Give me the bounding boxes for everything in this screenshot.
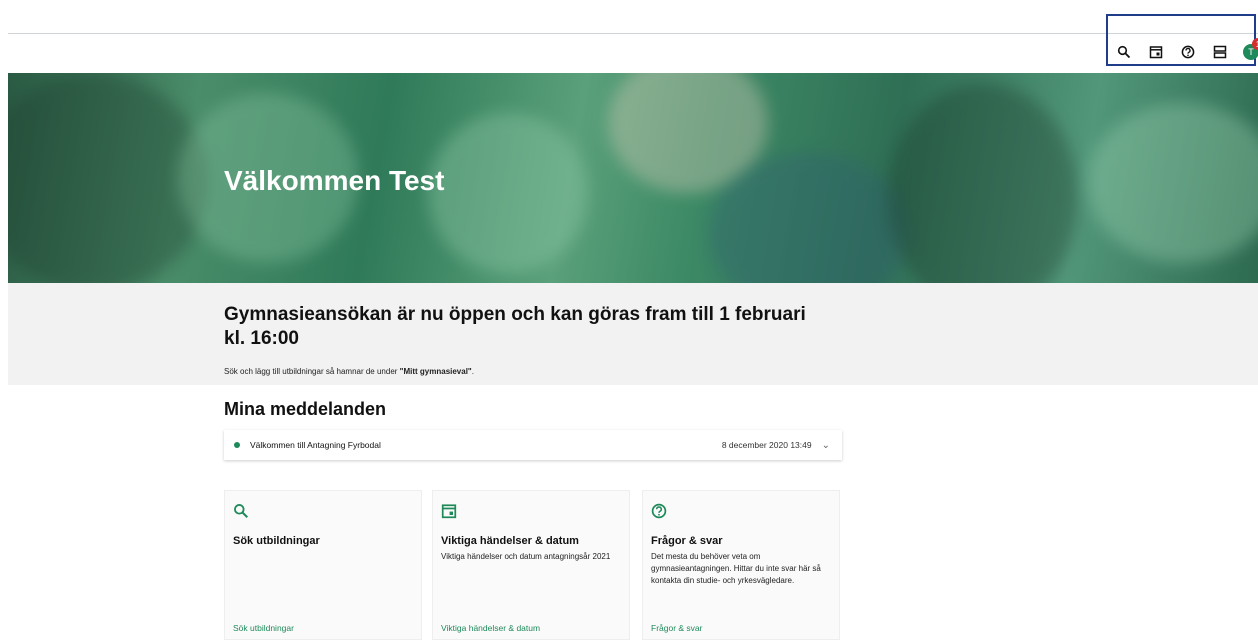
card-title: Frågor & svar	[651, 535, 723, 547]
search-icon	[233, 501, 253, 521]
hero-banner: Välkommen Test	[8, 73, 1258, 283]
card-description: Viktiga händelser och datum antagningsår…	[441, 552, 611, 561]
user-avatar[interactable]: T 1	[1243, 38, 1258, 60]
announcement-title: Gymnasieansökan är nu öppen och kan göra…	[224, 304, 806, 349]
top-header	[8, 33, 1258, 74]
announcement-text-before: Sök och lägg till utbildningar så hamnar…	[224, 367, 400, 376]
card-title: Sök utbildningar	[233, 535, 320, 547]
calendar-icon[interactable]	[1147, 43, 1165, 61]
help-icon[interactable]	[1179, 43, 1197, 61]
card-events[interactable]: Viktiga händelser & datum Viktiga händel…	[432, 490, 630, 640]
chevron-down-icon[interactable]: ⌄	[822, 440, 830, 451]
notification-badge: 1	[1252, 38, 1258, 50]
card-title: Viktiga händelser & datum	[441, 535, 579, 547]
message-date: 8 december 2020 13:49	[721, 440, 812, 450]
card-search[interactable]: Sök utbildningar Sök utbildningar	[224, 490, 422, 640]
announcement-band: Gymnasieansökan är nu öppen och kan göra…	[8, 283, 1258, 385]
header-icons: T 1	[1115, 38, 1258, 62]
unread-dot-icon	[234, 442, 240, 448]
announcement-text-after: .	[471, 367, 474, 376]
card-description: Det mesta du behöver veta om gymnasieant…	[651, 552, 821, 585]
card-link[interactable]: Sök utbildningar	[233, 623, 294, 633]
messages-title: Mina meddelanden	[224, 399, 387, 419]
list-icon[interactable]	[1211, 43, 1229, 61]
card-faq[interactable]: Frågor & svar Det mesta du behöver veta …	[642, 490, 840, 640]
avatar-initial: T	[1248, 47, 1254, 57]
welcome-title: Välkommen Test	[224, 165, 445, 196]
message-item[interactable]: Välkommen till Antagning Fyrbodal 8 dece…	[224, 430, 842, 460]
announcement-text: Sök och lägg till utbildningar så hamnar…	[224, 367, 474, 376]
help-icon	[651, 501, 671, 521]
card-link[interactable]: Frågor & svar	[651, 623, 703, 633]
message-label: Välkommen till Antagning Fyrbodal	[250, 440, 381, 450]
announcement-text-bold: "Mitt gymnasieval"	[399, 367, 472, 376]
search-icon[interactable]	[1115, 43, 1133, 61]
card-link[interactable]: Viktiga händelser & datum	[441, 623, 540, 633]
calendar-icon	[441, 501, 461, 521]
